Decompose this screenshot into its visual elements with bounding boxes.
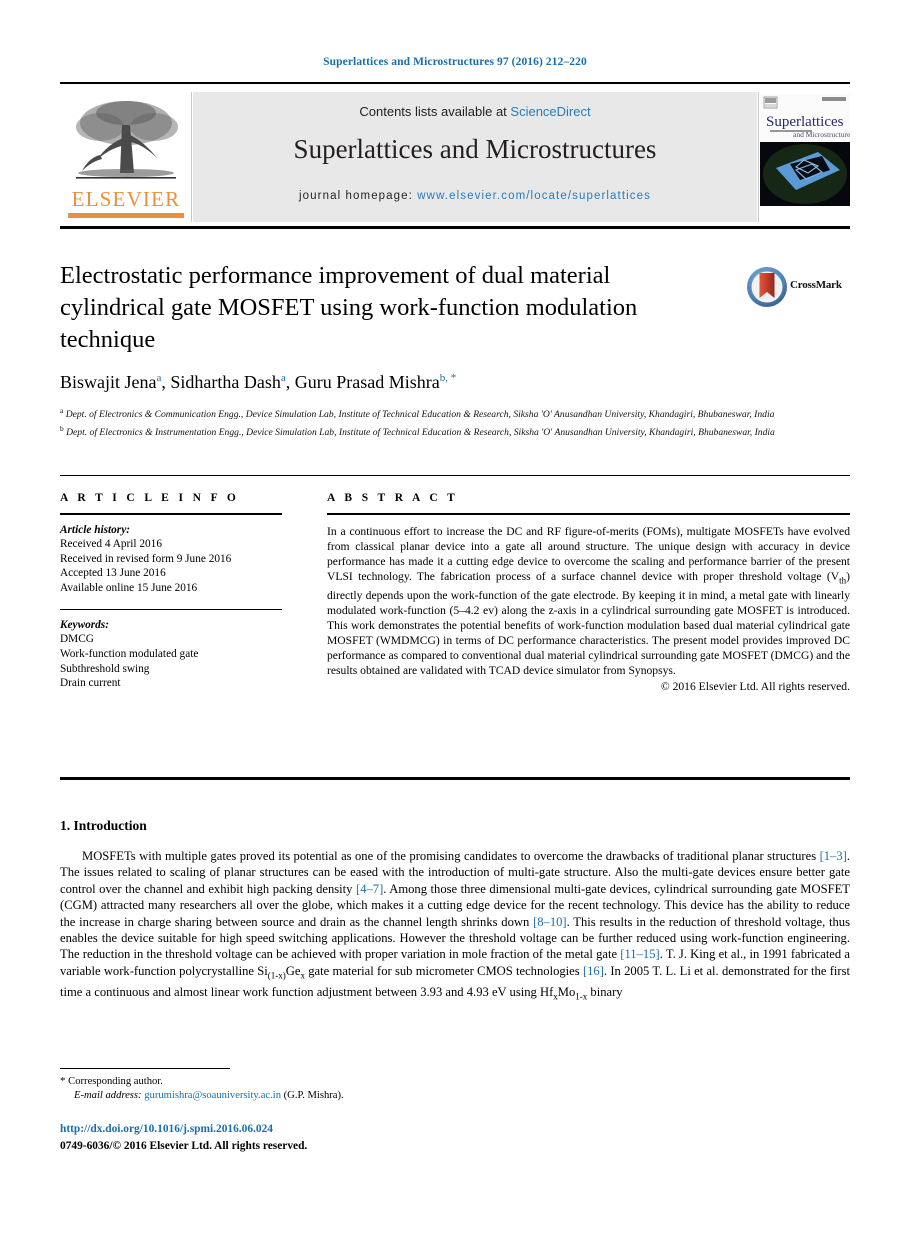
abstract-copyright: © 2016 Elsevier Ltd. All rights reserved…	[660, 680, 850, 694]
keywords-rule	[60, 608, 282, 610]
author-marker-3: b, *	[439, 372, 457, 384]
journal-cover-thumbnail[interactable]: Superlattices and Microstructures	[760, 94, 850, 206]
section-paragraph-introduction: MOSFETs with multiple gates proved its p…	[60, 849, 850, 1002]
affiliation-marker-a: a	[60, 406, 64, 415]
doi-link[interactable]: http://dx.doi.org/10.1016/j.spmi.2016.06…	[60, 1123, 273, 1135]
abstract-column: A B S T R A C T In a continuous effort t…	[327, 492, 850, 693]
article-info-column: A R T I C L E I N F O Article history: R…	[60, 492, 282, 691]
masthead-bottom-rule	[60, 226, 850, 229]
history-item-0: Received 4 April 2016	[60, 538, 162, 551]
author-name-3: Guru Prasad Mishra	[294, 372, 440, 392]
affiliation-b: b Dept. of Electronics & Instrumentation…	[60, 422, 850, 440]
affiliation-text-b: Dept. of Electronics & Instrumentation E…	[66, 426, 775, 438]
keyword-0: DMCG	[60, 633, 94, 646]
affiliation-marker-b: b	[60, 423, 64, 433]
abstract-rule	[327, 513, 850, 515]
journal-homepage-line: journal homepage: www.elsevier.com/locat…	[193, 190, 757, 202]
footnote-block: * Corresponding author. E-mail address: …	[60, 1074, 660, 1104]
email-owner: (G.P. Mishra).	[283, 1090, 344, 1102]
article-info-rule	[60, 513, 282, 515]
contents-available-line: Contents lists available at ScienceDirec…	[193, 104, 757, 119]
history-item-1: Received in revised form 9 June 2016	[60, 552, 232, 565]
article-info-heading: A R T I C L E I N F O	[60, 492, 240, 504]
top-rule	[60, 82, 850, 84]
article-history-block: Article history: Received 4 April 2016 R…	[60, 523, 282, 596]
crossmark-label: CrossMark	[790, 279, 842, 291]
cover-artwork-icon: Superlattices and Microstructures	[760, 94, 850, 206]
corresponding-label: Corresponding author.	[68, 1076, 163, 1087]
history-item-3: Available online 15 June 2016	[60, 581, 198, 594]
issn-copyright-line: 0749-6036/© 2016 Elsevier Ltd. All right…	[60, 1140, 308, 1152]
sciencedirect-link[interactable]: ScienceDirect	[510, 104, 590, 119]
crossmark-icon	[747, 267, 787, 307]
keywords-label: Keywords:	[60, 618, 109, 631]
author-name-2: Sidhartha Dash	[170, 372, 281, 392]
keyword-1: Work-function modulated gate	[60, 647, 199, 660]
corresponding-marker: *	[60, 1075, 66, 1087]
homepage-prefix: journal homepage:	[299, 190, 418, 202]
abstract-text: In a continuous effort to increase the D…	[327, 524, 850, 678]
affiliation-list: a Dept. of Electronics & Communication E…	[60, 404, 850, 439]
contents-prefix: Contents lists available at	[359, 104, 511, 119]
email-line: E-mail address: gurumishra@soauniversity…	[60, 1089, 660, 1103]
abstract-top-rule	[60, 475, 850, 477]
running-head: Superlattices and Microstructures 97 (20…	[323, 56, 587, 68]
publisher-logo-cell: ELSEVIER	[60, 92, 192, 222]
elsevier-bar	[68, 213, 184, 218]
author-list: Biswajit Jenaa, Sidhartha Dasha, Guru Pr…	[60, 372, 457, 392]
journal-cover-cell: Superlattices and Microstructures	[758, 92, 850, 222]
history-item-2: Accepted 13 June 2016	[60, 567, 166, 580]
affiliation-text-a: Dept. of Electronics & Communication Eng…	[65, 409, 775, 421]
email-label: E-mail address:	[74, 1090, 142, 1102]
elsevier-wordmark: ELSEVIER	[71, 187, 181, 211]
affiliation-a: a Dept. of Electronics & Communication E…	[60, 404, 850, 422]
masthead-center: Contents lists available at ScienceDirec…	[193, 92, 757, 222]
journal-title: Superlattices and Microstructures	[293, 134, 657, 164]
author-name-1: Biswajit Jena	[60, 372, 157, 392]
journal-homepage-link[interactable]: www.elsevier.com/locate/superlattices	[417, 190, 651, 202]
page-title: Electrostatic performance improvement of…	[60, 262, 638, 353]
journal-article-page: Superlattices and Microstructures 97 (20…	[0, 0, 907, 1238]
keyword-3: Drain current	[60, 677, 121, 690]
abstract-heading: A B S T R A C T	[327, 492, 459, 504]
article-history-label: Article history:	[60, 523, 130, 536]
keyword-2: Subthreshold swing	[60, 662, 150, 675]
journal-masthead: ELSEVIER Contents lists available at Sci…	[60, 92, 850, 222]
email-link[interactable]: gurumishra@soauniversity.ac.in	[144, 1090, 281, 1101]
corresponding-author-line: * Corresponding author.	[60, 1074, 660, 1089]
svg-text:and Microstructures: and Microstructures	[793, 130, 850, 139]
crossmark-badge[interactable]: CrossMark	[745, 265, 850, 309]
author-marker-1: a	[156, 372, 162, 384]
author-marker-2: a	[280, 372, 286, 384]
svg-text:Superlattices: Superlattices	[766, 114, 844, 130]
elsevier-tree-icon	[76, 101, 178, 179]
footnote-rule	[60, 1068, 230, 1070]
keywords-block: Keywords: DMCG Work-function modulated g…	[60, 618, 282, 691]
section-heading-introduction: 1. Introduction	[60, 818, 147, 833]
abstract-bottom-rule	[60, 777, 850, 780]
